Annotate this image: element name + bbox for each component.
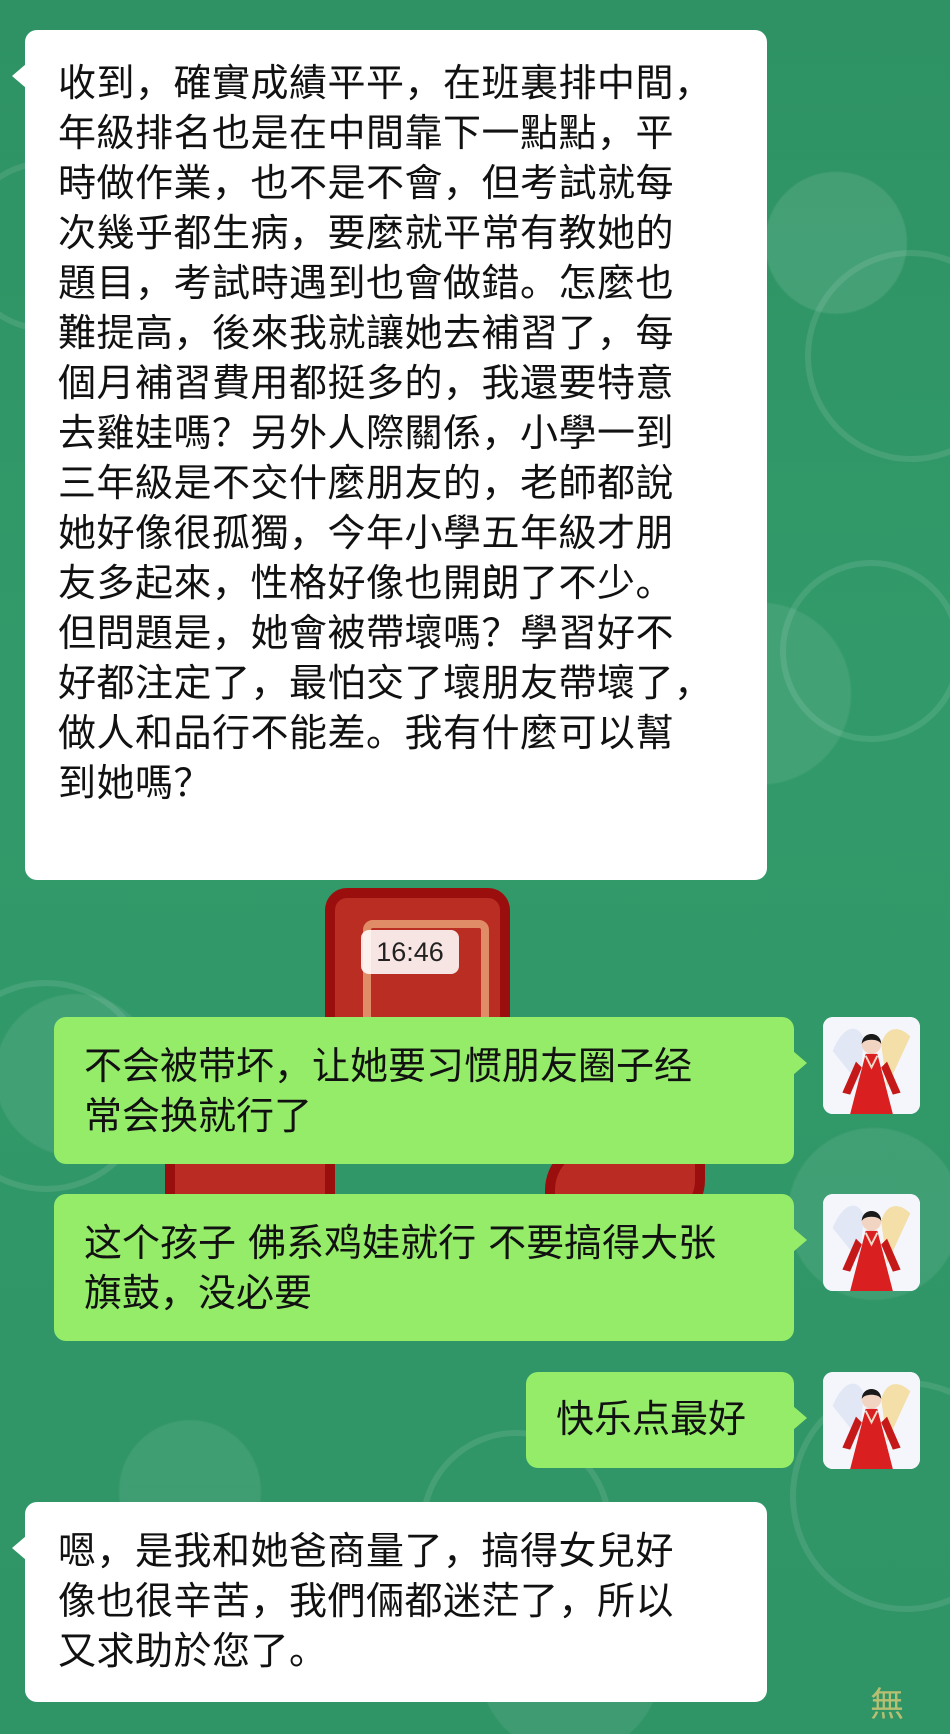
avatar-icon[interactable] <box>823 1372 920 1469</box>
message-timestamp: 16:46 <box>361 930 459 974</box>
background-glyph: 無 <box>870 1685 904 1725</box>
outgoing-message-bubble[interactable]: 快乐点最好 <box>526 1372 807 1468</box>
outgoing-message-bubble[interactable]: 这个孩子 佛系鸡娃就行 不要搞得大张 旗鼓，没必要 <box>54 1194 807 1341</box>
avatar-icon[interactable] <box>823 1017 920 1114</box>
outgoing-message-bubble[interactable]: 不会被带坏，让她要习惯朋友圈子经 常会换就行了 <box>54 1017 807 1164</box>
background-swirl <box>780 560 950 742</box>
background-swirl <box>805 250 950 462</box>
incoming-message-bubble[interactable]: 收到，確實成績平平，在班裏排中間， 年級排名也是在中間靠下一點點，平 時做作業，… <box>12 30 767 880</box>
avatar-icon[interactable] <box>823 1194 920 1291</box>
incoming-message-bubble[interactable]: 嗯，是我和她爸商量了，搞得女兒好 像也很辛苦，我們倆都迷茫了，所以 又求助於您了… <box>12 1502 767 1702</box>
